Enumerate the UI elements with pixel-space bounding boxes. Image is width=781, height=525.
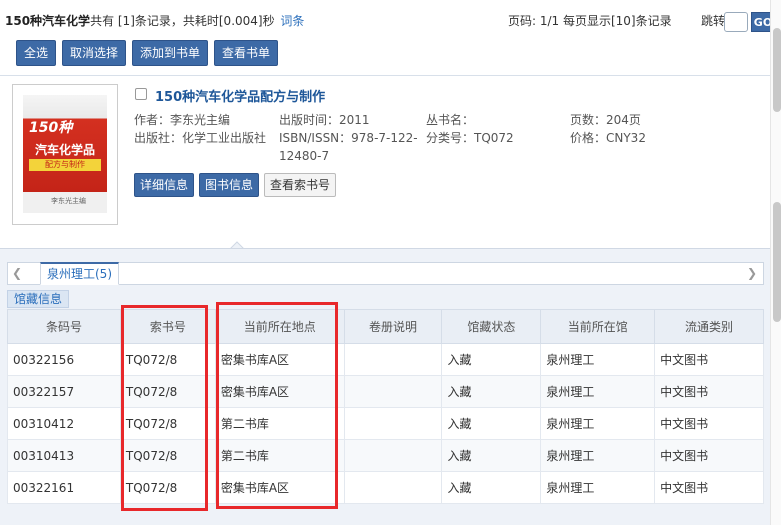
call-number-button[interactable]: 查看索书号	[264, 173, 337, 197]
volume-cell	[343, 471, 443, 504]
series: 丛书名：	[426, 113, 475, 127]
deselect-button[interactable]: 取消选择	[62, 40, 127, 66]
jump-label: 跳转	[701, 14, 726, 28]
scrollbar-thumb[interactable]	[773, 202, 781, 322]
pages: 页数：204页	[570, 113, 641, 127]
pub-time: 出版时间：2011	[279, 113, 370, 127]
book-title[interactable]: 150种汽车化学品配方与制作	[155, 86, 325, 105]
circulation-cell: 中文图书	[654, 407, 764, 440]
circulation-cell: 中文图书	[654, 471, 764, 504]
circulation-cell: 中文图书	[654, 343, 764, 376]
result-count: 共有 [1]条记录，共耗时[0.004]秒	[90, 14, 275, 28]
holdings-info-tab[interactable]: 馆藏信息	[7, 290, 70, 308]
status-cell: 入藏	[441, 343, 542, 376]
author: 作者：李东光主编	[134, 113, 231, 127]
library-cell: 泉州理工	[540, 471, 656, 504]
cover-subtitle: 配方与制作	[29, 159, 101, 171]
library-cell: 泉州理工	[540, 439, 656, 472]
isbn: ISBN/ISSN：978-7-122-12480-7	[279, 131, 418, 163]
volume-cell	[343, 407, 443, 440]
circulation-cell: 中文图书	[654, 439, 764, 472]
status-cell: 入藏	[441, 471, 542, 504]
view-list-button[interactable]: 查看书单	[214, 40, 279, 66]
scrollbar-thumb[interactable]	[773, 28, 781, 112]
detail-button[interactable]: 详细信息	[134, 173, 195, 197]
status-cell: 入藏	[441, 407, 542, 440]
library-cell: 泉州理工	[540, 343, 656, 376]
term-link[interactable]: 词条	[280, 14, 304, 28]
holdings-panel: ❮ 泉州理工(5) ❯ 馆藏信息 条码号 索书号 当前所在地点 卷册说明 馆藏状…	[0, 248, 770, 525]
select-all-button[interactable]: 全选	[16, 40, 57, 66]
call-number-highlight	[121, 305, 208, 511]
barcode-cell: 00322156	[7, 343, 121, 376]
column-header: 条码号	[7, 309, 121, 344]
search-query: 150种汽车化学	[5, 14, 91, 28]
vertical-scrollbar[interactable]	[770, 0, 781, 525]
divider	[0, 75, 770, 76]
library-cell: 泉州理工	[540, 375, 656, 408]
chevron-left-icon[interactable]: ❮	[12, 266, 22, 280]
select-checkbox[interactable]	[135, 88, 147, 100]
price: 价格：CNY32	[570, 131, 646, 145]
publisher: 出版社：化学工业出版社	[134, 131, 267, 145]
cover-author: 李东光主编	[51, 197, 86, 205]
volume-cell	[343, 343, 443, 376]
record-actions: 详细信息 图书信息 查看索书号	[134, 173, 337, 197]
add-to-list-button[interactable]: 添加到书单	[132, 40, 209, 66]
result-header: 150种汽车化学共有 [1]条记录，共耗时[0.004]秒 词条 页码: 1/1…	[0, 0, 781, 40]
status-cell: 入藏	[441, 439, 542, 472]
volume-cell	[343, 439, 443, 472]
circulation-cell: 中文图书	[654, 375, 764, 408]
location-highlight	[216, 302, 338, 509]
cover-number: 150种	[29, 120, 73, 136]
library-tabs: ❮ 泉州理工(5) ❯	[7, 262, 764, 285]
book-cover[interactable]: 150种 汽车化学品 配方与制作 李东光主编	[12, 84, 118, 225]
library-cell: 泉州理工	[540, 407, 656, 440]
cover-image: 150种 汽车化学品 配方与制作 李东光主编	[23, 95, 107, 213]
search-summary: 150种汽车化学共有 [1]条记录，共耗时[0.004]秒 词条	[5, 12, 304, 29]
barcode-cell: 00322157	[7, 375, 121, 408]
barcode-cell: 00310413	[7, 439, 121, 472]
book-info-button[interactable]: 图书信息	[199, 173, 260, 197]
status-cell: 入藏	[441, 375, 542, 408]
volume-cell	[343, 375, 443, 408]
barcode-cell: 00322161	[7, 471, 121, 504]
column-header: 卷册说明	[343, 309, 443, 344]
toolbar: 全选 取消选择 添加到书单 查看书单	[16, 40, 279, 66]
column-header: 流通类别	[654, 309, 764, 344]
barcode-cell: 00310412	[7, 407, 121, 440]
column-header: 馆藏状态	[441, 309, 542, 344]
jump-page-input[interactable]	[724, 12, 748, 32]
cover-title: 汽车化学品	[34, 143, 95, 157]
chevron-right-icon[interactable]: ❯	[747, 266, 757, 280]
column-header: 当前所在馆	[540, 309, 656, 344]
tab-library[interactable]: 泉州理工(5)	[40, 262, 119, 285]
class-number: 分类号：TQ072	[426, 131, 514, 145]
page-info: 页码: 1/1 每页显示[10]条记录	[508, 14, 672, 28]
